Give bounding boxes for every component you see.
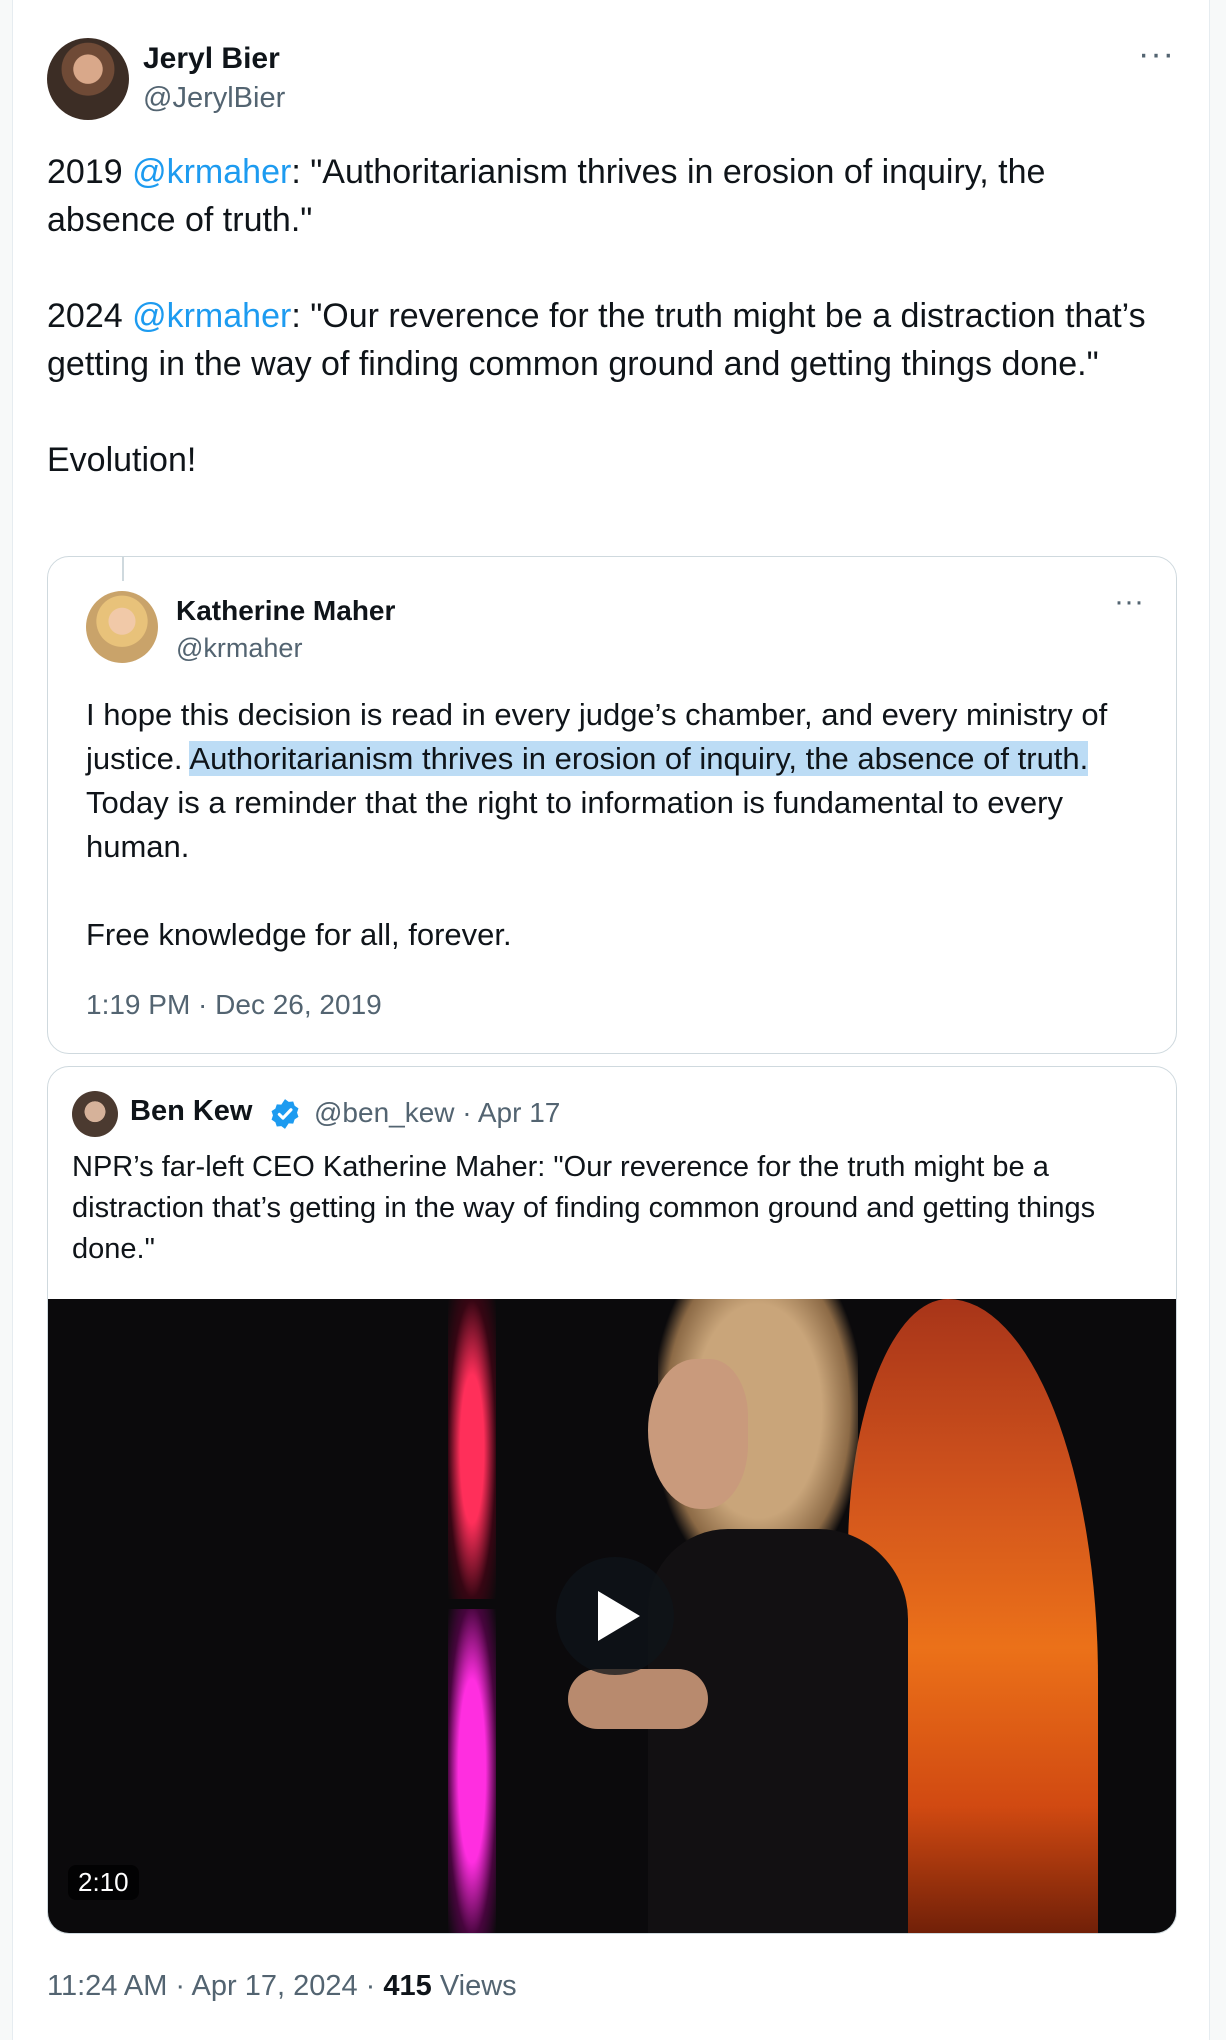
quoted-tweet-ben[interactable]: Ben Kew @ben_kew · Apr 17 NPR’s far-left… <box>47 1066 1177 1934</box>
timestamp[interactable]: 1:19 PM · Dec 26, 2019 <box>86 989 382 1021</box>
mention-link[interactable]: @krmaher <box>132 297 291 335</box>
views-label: Views <box>431 1970 517 2002</box>
tweet-metadata: 11:24 AM · Apr 17, 2024 · 415 Views <box>47 1970 517 2003</box>
quoted-tweet-katherine[interactable]: Katherine Maher @krmaher ··· I hope this… <box>47 556 1177 1054</box>
verified-badge-icon <box>271 1099 299 1129</box>
year-label: 2024 <box>47 297 133 335</box>
year-label: 2019 <box>47 153 133 191</box>
text-segment: Free knowledge for all, forever. <box>86 917 512 952</box>
author-name[interactable]: Ben Kew <box>130 1095 252 1128</box>
more-options-icon[interactable]: ··· <box>1114 585 1144 619</box>
author-handle[interactable]: @JerylBier <box>143 82 285 115</box>
author-name[interactable]: Jeryl Bier <box>143 42 280 76</box>
video-background-light <box>448 1609 496 1933</box>
play-icon <box>598 1591 640 1641</box>
tweet-text: 2019 @krmaher: "Authoritarianism thrives… <box>47 148 1177 484</box>
avatar[interactable] <box>47 38 129 120</box>
closing-text: Evolution! <box>47 441 197 479</box>
highlighted-text: Authoritarianism thrives in erosion of i… <box>189 741 1089 776</box>
more-options-icon[interactable]: ··· <box>1138 35 1175 74</box>
video-subject-arm <box>568 1669 708 1729</box>
timestamp[interactable]: 11:24 AM · Apr 17, 2024 · <box>47 1970 383 2002</box>
quoted-tweet-text: NPR’s far-left CEO Katherine Maher: "Our… <box>72 1151 1096 1265</box>
author-name[interactable]: Katherine Maher <box>176 595 395 627</box>
video-subject-body <box>648 1529 908 1933</box>
play-button[interactable] <box>556 1557 674 1675</box>
thread-line <box>122 557 124 581</box>
video-duration: 2:10 <box>68 1865 139 1900</box>
author-handle[interactable]: @krmaher <box>176 633 302 664</box>
video-subject-face <box>648 1359 748 1509</box>
video-player[interactable]: 2:10 <box>48 1299 1176 1933</box>
tweet-card: Jeryl Bier @JerylBier ··· 2019 @krmaher:… <box>12 0 1210 2040</box>
views-count[interactable]: 415 <box>383 1970 431 2002</box>
quoted-tweet-text: I hope this decision is read in every ju… <box>86 693 1146 957</box>
video-background-light <box>448 1299 496 1599</box>
mention-link[interactable]: @krmaher <box>132 153 291 191</box>
avatar[interactable] <box>86 591 158 663</box>
handle-and-date[interactable]: @ben_kew · Apr 17 <box>314 1097 560 1129</box>
avatar[interactable] <box>72 1091 118 1137</box>
